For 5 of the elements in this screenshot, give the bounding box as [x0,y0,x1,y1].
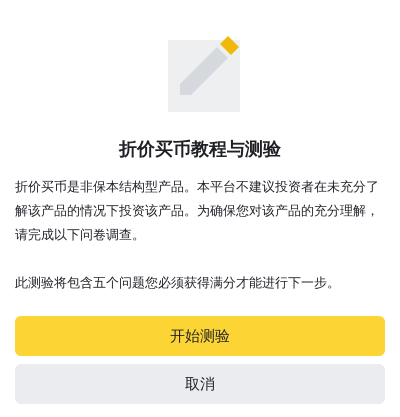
description-text: 此测验将包含五个问题您必须获得满分才能进行下一步。 [15,275,341,293]
cancel-button[interactable]: 取消 [15,364,385,404]
description-text: 折价买币是非保本结构型产品。本平台不建议投资者在未充分了解该产品的情况下投资该产品。为确保您对该产品的充分理解，请完成以下问卷调查。 [15,179,380,245]
dialog-title: 折价买币教程与测验 [119,138,281,162]
start-quiz-button[interactable]: 开始测验 [15,316,385,356]
